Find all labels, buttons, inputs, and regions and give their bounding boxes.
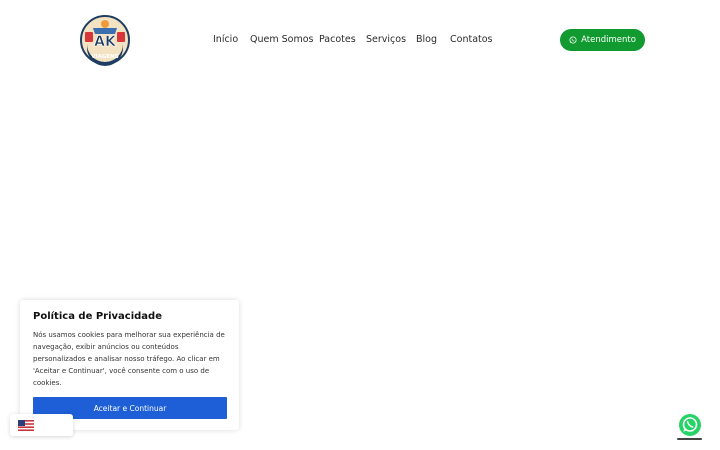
cookie-banner: Política de Privacidade Nós usamos cooki… xyxy=(20,300,239,430)
whatsapp-icon xyxy=(569,36,577,44)
nav-item-contatos[interactable]: Contatos xyxy=(450,33,493,47)
whatsapp-icon xyxy=(679,414,701,436)
nav-item-blog[interactable]: Blog xyxy=(416,33,437,47)
whatsapp-chat-button[interactable] xyxy=(678,413,702,437)
atendimento-label: Atendimento xyxy=(581,35,636,45)
cookie-banner-title: Política de Privacidade xyxy=(33,311,162,322)
atendimento-button[interactable]: Atendimento xyxy=(560,29,645,51)
nav-item-quem-somos[interactable]: Quem Somos xyxy=(250,33,313,47)
whatsapp-button-underline xyxy=(677,438,702,440)
us-flag-icon xyxy=(18,420,34,431)
site-header: AK VIAGENS Início Quem Somos Pacotes Ser… xyxy=(0,0,720,80)
page: AK VIAGENS Início Quem Somos Pacotes Ser… xyxy=(0,0,720,450)
cookie-banner-text: Nós usamos cookies para melhorar sua exp… xyxy=(33,331,225,387)
nav-item-servicos[interactable]: Serviços xyxy=(366,33,406,47)
logo-subtext: VIAGENS xyxy=(91,54,118,60)
language-switcher[interactable] xyxy=(10,414,73,436)
nav-item-pacotes[interactable]: Pacotes xyxy=(319,33,356,47)
nav-item-inicio[interactable]: Início xyxy=(213,33,238,47)
